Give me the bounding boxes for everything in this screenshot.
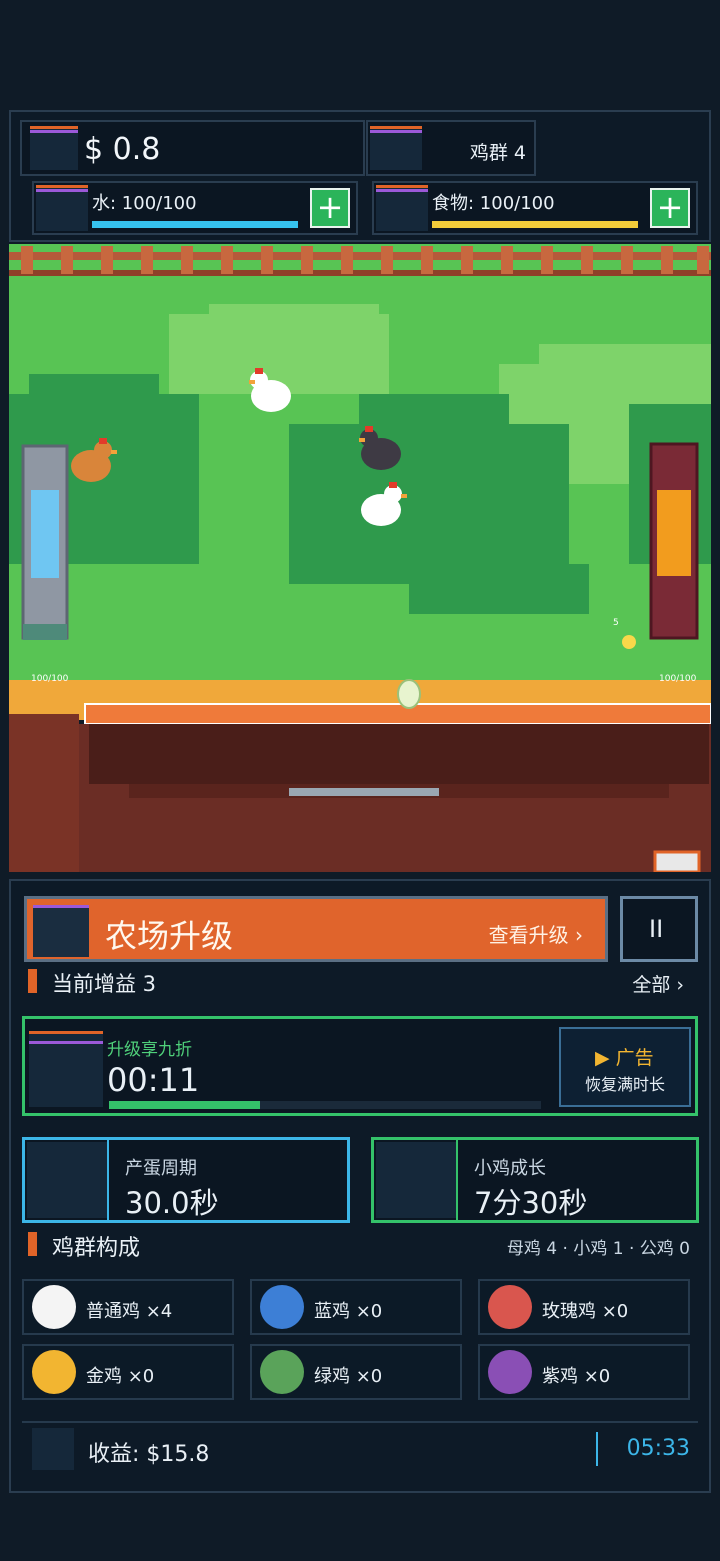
water-label: 水: 100/100: [92, 193, 197, 214]
pause-icon: II: [649, 915, 664, 943]
upgrade-title: 农场升级: [105, 917, 234, 955]
egg-cycle-card: 产蛋周期 30.0秒: [22, 1137, 350, 1223]
add-food-button[interactable]: +: [650, 188, 690, 228]
green-chicken-icon: [260, 1350, 304, 1394]
gold-chicken-icon: [32, 1350, 76, 1394]
breed-label: 普通鸡 ×4: [86, 1301, 173, 1322]
breed-card-rose[interactable]: 玫瑰鸡 ×0: [478, 1279, 690, 1335]
water-thumb: [36, 187, 88, 231]
blue-chicken-icon: [260, 1285, 304, 1329]
egg-cycle-value: 30.0秒: [125, 1186, 219, 1220]
food-bar-fill: [432, 221, 638, 228]
pause-button[interactable]: II: [620, 896, 698, 962]
offer-timer: 00:11: [107, 1061, 200, 1099]
chick-growth-card: 小鸡成长 7分30秒: [371, 1137, 699, 1223]
composition-summary: 母鸡 4 · 小鸡 1 · 公鸡 0: [506, 1239, 690, 1259]
water-tank-level: 100/100: [31, 674, 69, 684]
chick-growth-label: 小鸡成长: [474, 1158, 546, 1179]
water-bar-fill: [92, 221, 298, 228]
breed-card-gold[interactable]: 金鸡 ×0: [22, 1344, 234, 1400]
money-value: $ 0.8: [84, 132, 161, 167]
chick-growth-value: 7分30秒: [474, 1186, 588, 1220]
breed-label: 紫鸡 ×0: [542, 1366, 611, 1387]
egg[interactable]: [397, 680, 421, 710]
discount-offer: 升级享九折 00:11 ▶ 广告 恢复满时长: [22, 1016, 698, 1116]
flock-display: 鸡群 4: [366, 120, 536, 176]
offer-progress: [109, 1101, 541, 1109]
water-tank[interactable]: [23, 446, 67, 640]
all-boosts-link[interactable]: 全部 ›: [632, 970, 684, 997]
egg-box-button[interactable]: [655, 852, 699, 872]
breed-card-common[interactable]: 普通鸡 ×4: [22, 1279, 234, 1335]
water-bar: [92, 221, 298, 228]
breed-label: 玫瑰鸡 ×0: [542, 1301, 629, 1322]
offer-progress-fill: [109, 1101, 261, 1109]
chick-growth-thumb: [376, 1142, 456, 1218]
add-water-button[interactable]: +: [310, 188, 350, 228]
breed-card-blue[interactable]: 蓝鸡 ×0: [250, 1279, 462, 1335]
offer-title: 升级享九折: [107, 1040, 192, 1060]
rose-chicken-icon: [488, 1285, 532, 1329]
chick-count: 5: [613, 618, 619, 628]
food-label: 食物: 100/100: [432, 193, 555, 214]
common-chicken-icon: [32, 1285, 76, 1329]
food-tank-level: 100/100: [659, 674, 697, 684]
egg-cycle-thumb: [27, 1142, 107, 1218]
farm-field[interactable]: 100/100 100/100 5: [9, 244, 711, 872]
view-upgrades-link[interactable]: 查看升级 ›: [489, 919, 583, 948]
farm-scene: [9, 244, 711, 872]
baby-chick: [622, 635, 636, 649]
flock-thumb: [370, 128, 422, 170]
purple-chicken-icon: [488, 1350, 532, 1394]
upgrade-thumb: [33, 905, 89, 957]
income-value: 收益: $15.8: [88, 1442, 210, 1467]
flock-count: 鸡群 4: [469, 142, 526, 164]
current-boosts: 当前增益 3: [52, 972, 157, 996]
money-thumb: [30, 128, 78, 170]
ad-button[interactable]: ▶ 广告 恢复满时长: [559, 1027, 691, 1107]
food-tank[interactable]: [651, 444, 697, 638]
breed-label: 金鸡 ×0: [86, 1366, 155, 1387]
farm-upgrade-button[interactable]: 农场升级 查看升级 ›: [24, 896, 608, 962]
ad-label: ▶ 广告: [595, 1047, 654, 1069]
food-bar: [432, 221, 638, 228]
water-display: 水: 100/100 +: [32, 181, 358, 235]
food-display: 食物: 100/100 +: [372, 181, 698, 235]
food-thumb: [376, 187, 428, 231]
ad-sublabel: 恢复满时长: [585, 1075, 666, 1094]
composition-title: 鸡群构成: [52, 1236, 141, 1261]
breed-card-purple[interactable]: 紫鸡 ×0: [478, 1344, 690, 1400]
income-thumb: [32, 1428, 74, 1470]
game-clock: 05:33: [626, 1436, 690, 1461]
breed-label: 绿鸡 ×0: [314, 1366, 383, 1387]
breed-label: 蓝鸡 ×0: [314, 1301, 383, 1322]
breed-card-green[interactable]: 绿鸡 ×0: [250, 1344, 462, 1400]
egg-cycle-label: 产蛋周期: [125, 1158, 197, 1179]
money-display: $ 0.8: [20, 120, 365, 176]
